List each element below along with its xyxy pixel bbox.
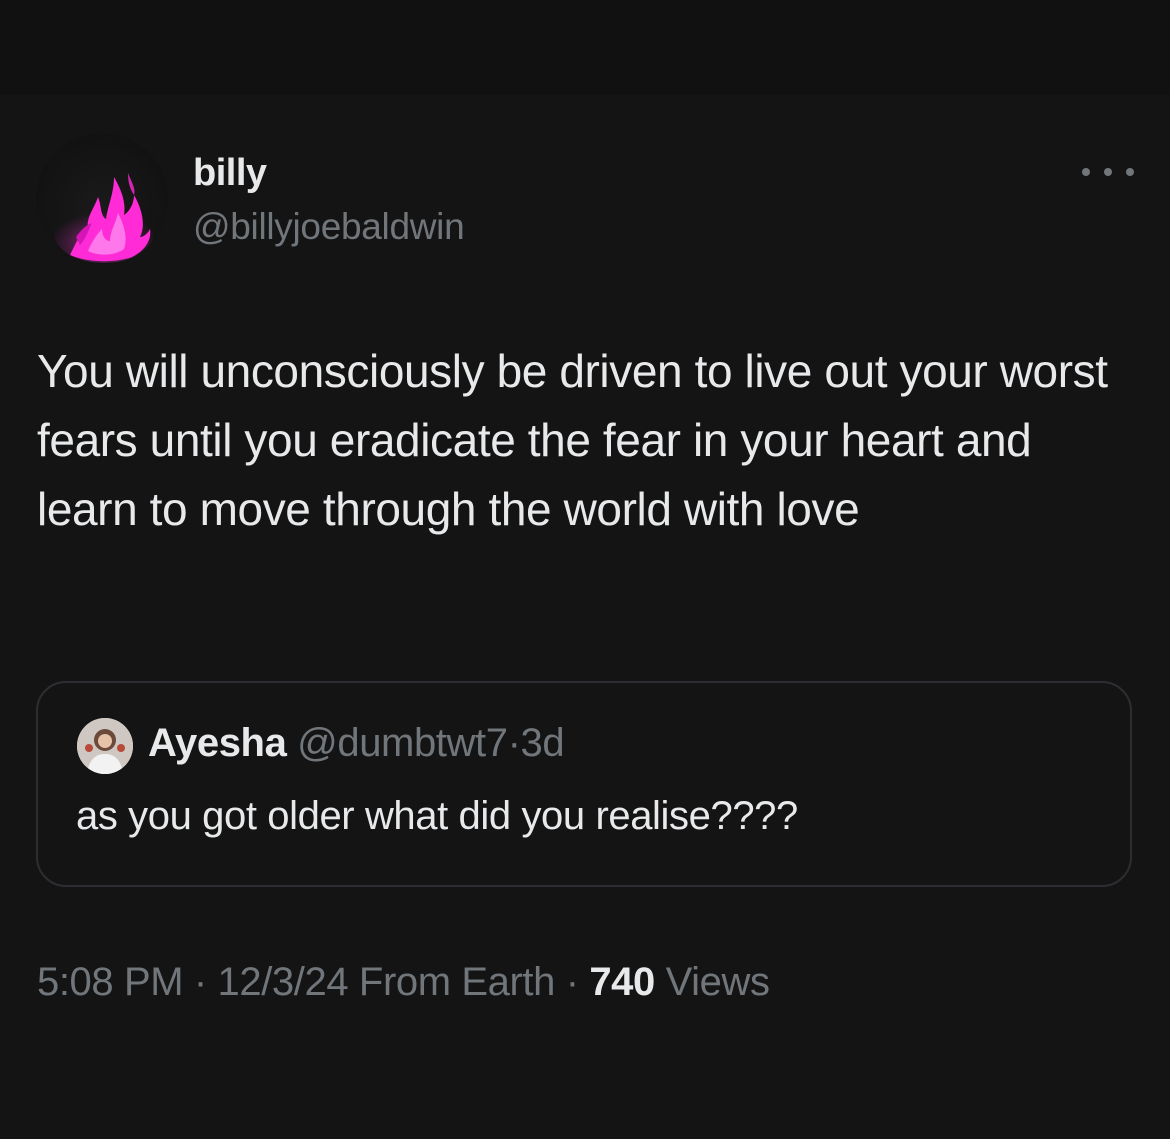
author-handle[interactable]: @billyjoebaldwin (193, 206, 465, 248)
more-options-icon[interactable] (1082, 157, 1134, 187)
author-avatar[interactable] (36, 133, 168, 265)
more-dot (1104, 168, 1112, 176)
tweet-time[interactable]: 5:08 PM (37, 960, 184, 1004)
person-avatar-icon (77, 718, 133, 774)
quoted-author-name[interactable]: Ayesha (148, 721, 287, 765)
author-display-name[interactable]: billy (193, 152, 267, 195)
quoted-tweet[interactable]: Ayesha @dumbtwt7·3d as you got older wha… (36, 681, 1132, 887)
quoted-tweet-time[interactable]: 3d (521, 721, 565, 765)
views-count[interactable]: 740 (589, 960, 655, 1004)
separator-dot: · (193, 960, 207, 1004)
quoted-tweet-header: Ayesha @dumbtwt7·3d (148, 721, 565, 766)
tweet-text: You will unconsciously be driven to live… (37, 345, 1108, 535)
pink-flame-icon (54, 173, 154, 263)
quoted-tweet-text: as you got older what did you realise???… (76, 794, 798, 838)
quoted-author-handle[interactable]: @dumbtwt7 (297, 721, 508, 765)
views-label[interactable]: Views (666, 960, 770, 1004)
separator-dot: · (565, 960, 579, 1004)
tweet: billy @billyjoebaldwin You will unconsci… (0, 95, 1170, 1139)
more-dot (1082, 168, 1090, 176)
tweet-date[interactable]: 12/3/24 (218, 960, 349, 1004)
tweet-meta: 5:08 PM · 12/3/24 From Earth · 740 Views (37, 960, 770, 1005)
top-bar (0, 0, 1170, 95)
more-dot (1126, 168, 1134, 176)
tweet-source: From Earth (358, 960, 555, 1004)
quoted-author-avatar[interactable] (77, 718, 133, 774)
separator-dot: · (507, 721, 521, 765)
